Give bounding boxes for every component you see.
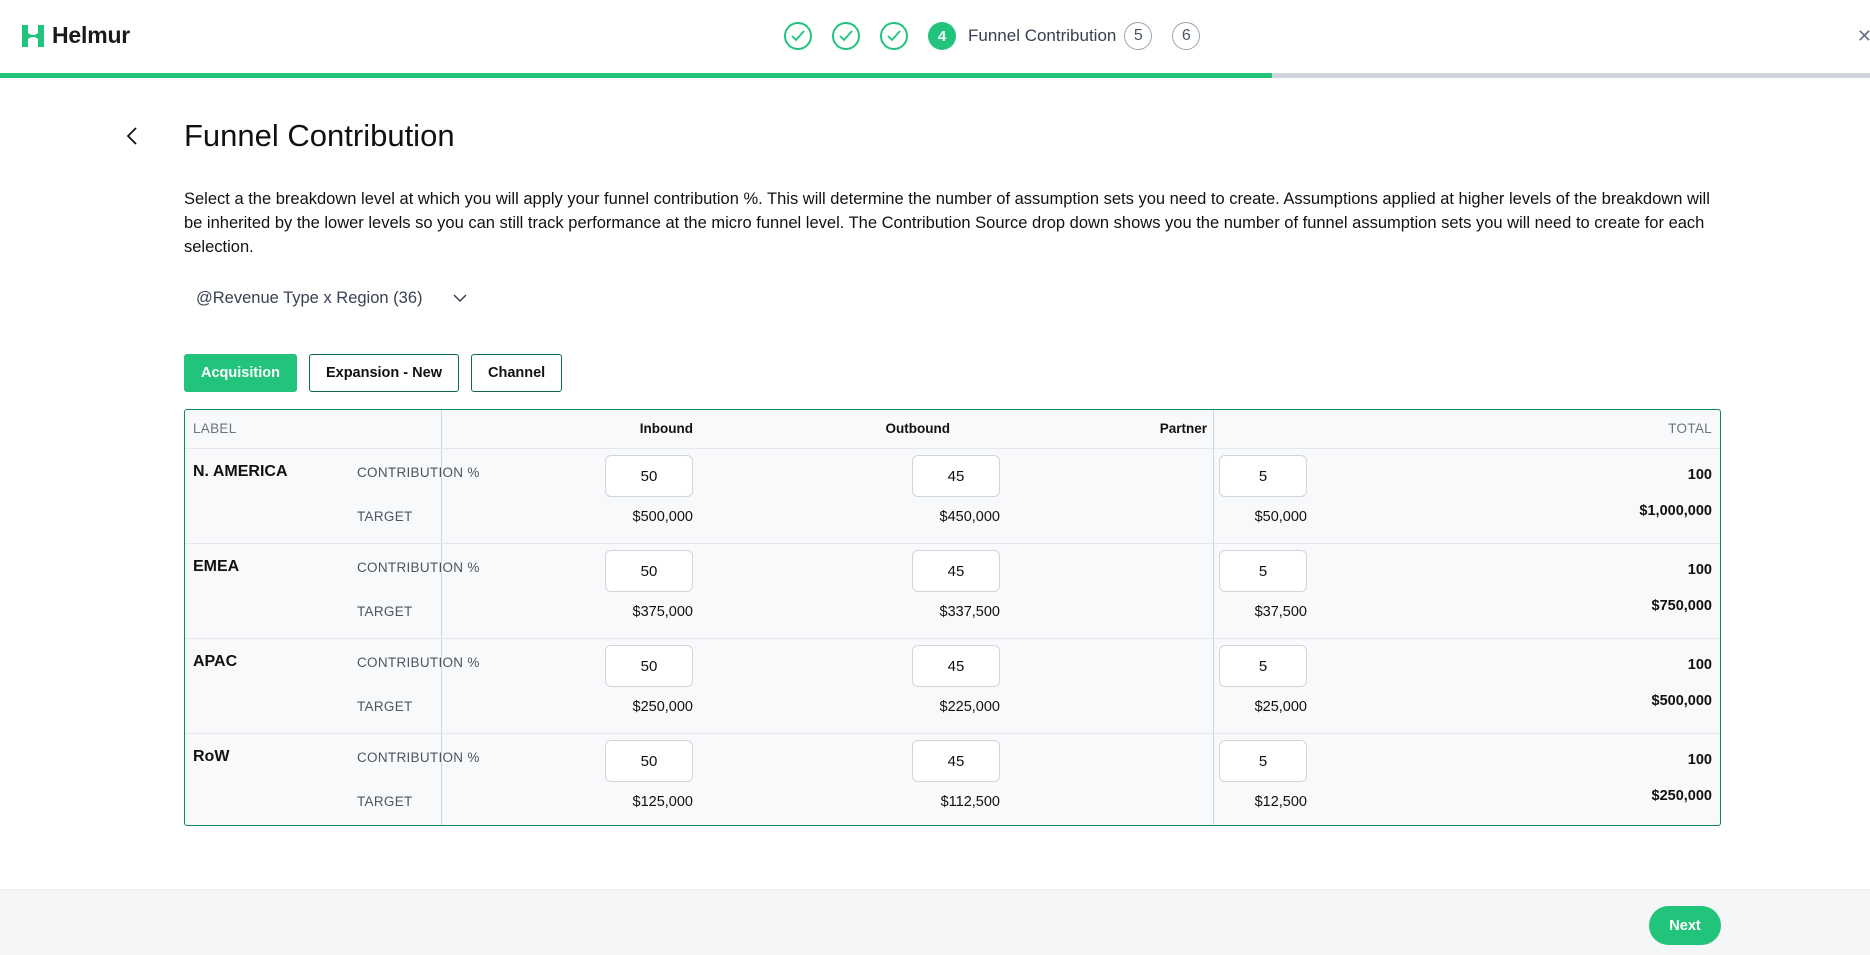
table-header: LABEL Inbound Outbound Partner TOTAL <box>185 410 1720 448</box>
total-target: $750,000 <box>1651 598 1712 614</box>
close-icon[interactable]: ✕ <box>1857 26 1870 47</box>
page-description: Select a the breakdown level at which yo… <box>184 190 1710 256</box>
partner-pct-input[interactable]: 5 <box>1219 455 1307 497</box>
tab-expansion-new[interactable]: Expansion - New <box>308 354 459 392</box>
helmur-logo-icon <box>22 24 44 47</box>
header-partner: Partner <box>1159 421 1207 436</box>
total-target: $250,000 <box>1651 788 1712 804</box>
partner-pct-input[interactable]: 5 <box>1219 740 1307 782</box>
region-label: APAC <box>193 653 238 670</box>
total-pct: 100 <box>1687 657 1712 673</box>
header-inbound: Inbound <box>639 421 693 436</box>
funnel-contribution-table: LABEL Inbound Outbound Partner TOTAL N. … <box>184 409 1721 826</box>
total-target: $500,000 <box>1651 693 1712 709</box>
tab-channel[interactable]: Channel <box>470 354 563 392</box>
app-name: Helmur <box>52 22 131 48</box>
app-logo[interactable]: Helmur <box>20 22 130 49</box>
progress-bar <box>0 73 1870 78</box>
table-row: N. AMERICA CONTRIBUTION % TARGET 50 45 5… <box>185 448 1720 543</box>
outbound-target: $337,500 <box>939 604 1000 620</box>
top-bar: Helmur 4 Funnel Contribution 5 6 ✕ <box>0 0 1870 74</box>
page-title: Funnel Contribution <box>184 118 455 153</box>
step-1-complete-icon[interactable] <box>784 22 812 50</box>
outbound-pct-input[interactable]: 45 <box>912 645 1000 687</box>
outbound-pct-input[interactable]: 45 <box>912 455 1000 497</box>
header-label: LABEL <box>193 421 237 436</box>
table-row: EMEA CONTRIBUTION % TARGET 50 45 5 $375,… <box>185 543 1720 638</box>
total-pct: 100 <box>1687 562 1712 578</box>
step-5[interactable]: 5 <box>1124 22 1153 50</box>
target-label: TARGET <box>357 509 413 524</box>
footer-bar <box>0 889 1870 955</box>
chevron-left-icon <box>126 127 137 145</box>
contribution-pct-label: CONTRIBUTION % <box>357 560 480 575</box>
partner-pct-input[interactable]: 5 <box>1219 550 1307 592</box>
chevron-down-icon <box>452 294 467 303</box>
partner-target: $37,500 <box>1254 604 1307 620</box>
step-2-complete-icon[interactable] <box>832 22 860 50</box>
step-3-complete-icon[interactable] <box>880 22 908 50</box>
inbound-pct-input[interactable]: 50 <box>605 550 693 592</box>
outbound-target: $112,500 <box>940 794 1000 810</box>
revenue-type-tabs: Acquisition Expansion - New Channel <box>184 354 563 392</box>
region-label: RoW <box>193 748 230 765</box>
target-label: TARGET <box>357 604 413 619</box>
table-row: APAC CONTRIBUTION % TARGET 50 45 5 $250,… <box>185 638 1720 733</box>
region-label: EMEA <box>193 558 240 575</box>
contribution-pct-label: CONTRIBUTION % <box>357 465 480 480</box>
next-button[interactable]: Next <box>1649 906 1721 945</box>
back-button[interactable] <box>121 124 145 148</box>
contribution-pct-label: CONTRIBUTION % <box>357 750 480 765</box>
outbound-target: $450,000 <box>939 509 1000 525</box>
step-6[interactable]: 6 <box>1172 22 1201 50</box>
inbound-pct-input[interactable]: 50 <box>605 455 693 497</box>
wizard-stepper: 4 Funnel Contribution 5 6 <box>784 22 1220 50</box>
inbound-target: $375,000 <box>632 604 693 620</box>
total-target: $1,000,000 <box>1639 503 1712 519</box>
inbound-target: $500,000 <box>632 509 693 525</box>
target-label: TARGET <box>357 699 413 714</box>
contribution-pct-label: CONTRIBUTION % <box>357 655 480 670</box>
active-step-label: Funnel Contribution <box>968 26 1117 45</box>
total-pct: 100 <box>1687 752 1712 768</box>
table-row: RoW CONTRIBUTION % TARGET 50 45 5 $125,0… <box>185 733 1720 825</box>
tab-acquisition[interactable]: Acquisition <box>184 354 297 392</box>
outbound-pct-input[interactable]: 45 <box>912 550 1000 592</box>
target-label: TARGET <box>357 794 413 809</box>
inbound-pct-input[interactable]: 50 <box>605 740 693 782</box>
partner-pct-input[interactable]: 5 <box>1219 645 1307 687</box>
dropdown-selected-value: @Revenue Type x Region (36) <box>196 288 423 307</box>
partner-target: $25,000 <box>1254 699 1307 715</box>
partner-target: $12,500 <box>1254 794 1307 810</box>
contribution-source-dropdown[interactable]: @Revenue Type x Region (36) <box>184 278 484 318</box>
inbound-target: $250,000 <box>632 699 693 715</box>
inbound-pct-input[interactable]: 50 <box>605 645 693 687</box>
region-label: N. AMERICA <box>193 463 288 480</box>
outbound-target: $225,000 <box>939 699 1000 715</box>
header-outbound: Outbound <box>885 421 950 436</box>
header-total: TOTAL <box>1668 421 1712 436</box>
progress-bar-fill <box>0 73 1272 78</box>
step-4-active[interactable]: 4 <box>928 22 956 50</box>
partner-target: $50,000 <box>1254 509 1307 525</box>
inbound-target: $125,000 <box>632 794 693 810</box>
total-pct: 100 <box>1687 467 1712 483</box>
outbound-pct-input[interactable]: 45 <box>912 740 1000 782</box>
